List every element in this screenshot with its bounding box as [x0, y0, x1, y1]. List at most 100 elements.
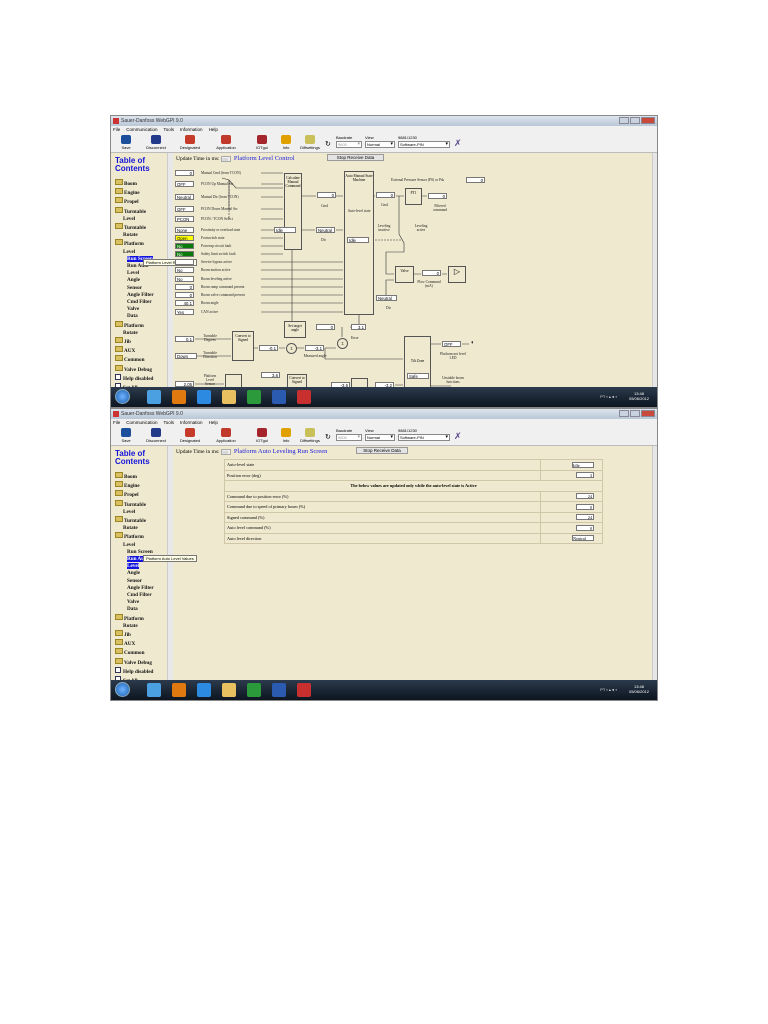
- stop-receive-data-button[interactable]: Stop Receive Data: [356, 447, 408, 454]
- toc-item[interactable]: Angle Filter: [115, 585, 167, 592]
- taskbar-app-icon[interactable]: [247, 683, 261, 697]
- toc-item[interactable]: Sensor: [115, 285, 167, 292]
- toc-item[interactable]: Angle: [115, 277, 167, 284]
- sidebar-scrollbar[interactable]: [167, 446, 173, 681]
- menu-help[interactable]: Help: [209, 127, 218, 134]
- content-scrollbar[interactable]: [652, 446, 657, 681]
- minimize-button[interactable]: [619, 410, 629, 417]
- toc-item[interactable]: Valve Debug: [115, 658, 167, 667]
- menu-information[interactable]: Information: [180, 127, 203, 134]
- toc-item[interactable]: Engine: [115, 481, 167, 490]
- taskbar-app-icon[interactable]: [272, 390, 286, 404]
- close-button[interactable]: [641, 117, 655, 124]
- toc-item[interactable]: Level: [115, 249, 167, 256]
- content-scrollbar[interactable]: [652, 153, 657, 388]
- toc-item[interactable]: Turntable: [115, 500, 167, 509]
- menu-communication[interactable]: Communication: [126, 127, 157, 134]
- toolbar-designated-button[interactable]: Designated: [177, 428, 203, 443]
- toolbar-info-button[interactable]: Info: [273, 428, 299, 443]
- baudrate-select[interactable]: Baudrate 9600: [336, 428, 362, 441]
- taskbar-app-icon[interactable]: [172, 683, 186, 697]
- toc-item[interactable]: Level: [115, 270, 167, 277]
- toc-item[interactable]: AUX: [115, 639, 167, 648]
- toc-item[interactable]: Turntable: [115, 516, 167, 525]
- update-time-input[interactable]: 500: [220, 448, 231, 455]
- language-indicator[interactable]: PT: [600, 394, 605, 399]
- toc-item[interactable]: Common: [115, 648, 167, 657]
- toc-item[interactable]: Level: [115, 216, 167, 223]
- toc-item[interactable]: Valve Debug: [115, 365, 167, 374]
- toc-item[interactable]: Help disabled: [115, 374, 167, 383]
- tools-icon[interactable]: ✗: [454, 138, 462, 149]
- pin-select[interactable]: 9881/1230 Software-PIN: [398, 428, 450, 441]
- toc-item[interactable]: Platform: [115, 321, 167, 330]
- toc-item[interactable]: Data: [115, 313, 167, 320]
- view-select[interactable]: View Normal: [365, 428, 395, 441]
- refresh-icon[interactable]: ↻: [325, 140, 331, 148]
- toc-item[interactable]: Turntable: [115, 223, 167, 232]
- toc-item[interactable]: Platform: [115, 239, 167, 248]
- taskbar-app-icon[interactable]: [222, 390, 236, 404]
- toc-item[interactable]: Valve: [115, 306, 167, 313]
- taskbar-app-icon[interactable]: [197, 390, 211, 404]
- taskbar-app-icon[interactable]: [172, 390, 186, 404]
- taskbar-app-icon[interactable]: [147, 390, 161, 404]
- toolbar-disconnect-button[interactable]: Disconnect: [143, 428, 169, 443]
- toc-item[interactable]: Jib: [115, 630, 167, 639]
- minimize-button[interactable]: [619, 117, 629, 124]
- toc-item[interactable]: Propel: [115, 197, 167, 206]
- baudrate-select[interactable]: Baudrate 9600: [336, 135, 362, 148]
- toc-item[interactable]: Sensor: [115, 578, 167, 585]
- toolbar-diffsettings-button[interactable]: Diffsettings: [297, 428, 323, 443]
- toc-item[interactable]: Jib: [115, 337, 167, 346]
- taskbar-app-icon[interactable]: [247, 390, 261, 404]
- toc-item[interactable]: Rotate: [115, 330, 167, 337]
- toolbar-disconnect-button[interactable]: Disconnect: [143, 135, 169, 150]
- pin-select[interactable]: 9881/1230 Software-PIN: [398, 135, 450, 148]
- taskbar-app-icon[interactable]: [222, 683, 236, 697]
- taskbar-app-icon[interactable]: [197, 683, 211, 697]
- close-button[interactable]: [641, 410, 655, 417]
- sidebar-scrollbar[interactable]: [167, 153, 173, 388]
- toc-item[interactable]: Level: [115, 542, 167, 549]
- start-button[interactable]: [115, 682, 130, 697]
- toc-item[interactable]: Valve: [115, 599, 167, 606]
- taskbar-app-icon[interactable]: [272, 683, 286, 697]
- menu-file[interactable]: File: [113, 420, 120, 427]
- toolbar-designated-button[interactable]: Designated: [177, 135, 203, 150]
- menu-tools[interactable]: Tools: [164, 420, 175, 427]
- start-button[interactable]: [115, 389, 130, 404]
- toolbar-info-button[interactable]: Info: [273, 135, 299, 150]
- tools-icon[interactable]: ✗: [454, 431, 462, 442]
- menu-communication[interactable]: Communication: [126, 420, 157, 427]
- toolbar-iotgui-button[interactable]: IOTgui: [249, 135, 275, 150]
- toc-item[interactable]: Platform: [115, 614, 167, 623]
- taskbar-app-icon[interactable]: [297, 683, 311, 697]
- taskbar-app-icon[interactable]: [147, 683, 161, 697]
- toc-item[interactable]: Boom: [115, 472, 167, 481]
- toc-item[interactable]: Cmd Filter: [115, 299, 167, 306]
- taskbar-app-icon[interactable]: [297, 390, 311, 404]
- view-select[interactable]: View Normal: [365, 135, 395, 148]
- toc-item[interactable]: Engine: [115, 188, 167, 197]
- refresh-icon[interactable]: ↻: [325, 433, 331, 441]
- toolbar-save-button[interactable]: Save: [113, 428, 139, 443]
- toc-item[interactable]: Angle Filter: [115, 292, 167, 299]
- maximize-button[interactable]: [630, 410, 640, 417]
- toc-item[interactable]: Turntable: [115, 207, 167, 216]
- menu-information[interactable]: Information: [180, 420, 203, 427]
- menu-tools[interactable]: Tools: [164, 127, 175, 134]
- toc-item[interactable]: Boom: [115, 179, 167, 188]
- toc-item[interactable]: Propel: [115, 490, 167, 499]
- toc-item[interactable]: Rotate: [115, 232, 167, 239]
- toc-item[interactable]: Cmd Filter: [115, 592, 167, 599]
- toolbar-application-button[interactable]: Application: [213, 135, 239, 150]
- toc-item[interactable]: Rotate: [115, 525, 167, 532]
- toc-item[interactable]: Angle: [115, 570, 167, 577]
- toolbar-iotgui-button[interactable]: IOTgui: [249, 428, 275, 443]
- toc-item[interactable]: AUX: [115, 346, 167, 355]
- toc-item[interactable]: Rotate: [115, 623, 167, 630]
- language-indicator[interactable]: PT: [600, 687, 605, 692]
- menu-file[interactable]: File: [113, 127, 120, 134]
- toc-item[interactable]: Data: [115, 606, 167, 613]
